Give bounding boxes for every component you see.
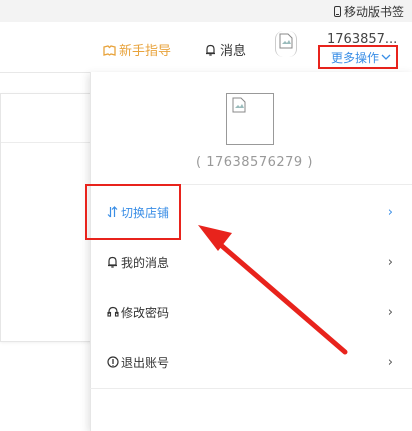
guide-icon — [103, 44, 116, 56]
annotation-box-more-ops — [318, 45, 398, 69]
chevron-right-icon: › — [387, 204, 393, 220]
chevron-right-icon: › — [387, 354, 393, 370]
headset-icon — [107, 306, 119, 317]
mobile-bookmarks-link[interactable]: 移动版书签 — [333, 3, 404, 20]
bell-icon — [206, 44, 215, 56]
menu-item-label: 修改密码 — [121, 305, 170, 320]
menu-item-change-password[interactable]: 修改密码 › — [90, 287, 412, 337]
menu-item-logout[interactable]: 退出账号 › — [90, 337, 412, 387]
messages-label: 消息 — [220, 44, 247, 59]
divider — [1, 142, 91, 143]
chevron-right-icon: › — [387, 304, 393, 320]
chevron-right-icon: › — [387, 254, 393, 270]
phone-icon — [333, 6, 341, 17]
background-panel — [0, 93, 92, 342]
annotation-box-switch-store — [85, 184, 181, 240]
bell-icon — [108, 256, 117, 268]
guide-link[interactable]: 新手指导 — [103, 40, 171, 59]
guide-label: 新手指导 — [119, 44, 172, 59]
user-phone: ( 17638576279 ) — [196, 155, 313, 170]
user-avatar[interactable] — [275, 31, 297, 57]
messages-link[interactable]: 消息 — [205, 40, 246, 59]
divider — [90, 388, 412, 389]
info-circle-icon — [107, 356, 119, 368]
broken-image-icon — [232, 97, 246, 113]
menu-item-my-messages[interactable]: 我的消息 › — [90, 237, 412, 287]
menu-item-label: 退出账号 — [121, 355, 170, 370]
broken-image-icon — [279, 33, 293, 49]
dropdown-avatar — [226, 93, 274, 145]
menu-item-label: 我的消息 — [121, 255, 170, 270]
mobile-bookmarks-label: 移动版书签 — [343, 5, 404, 19]
